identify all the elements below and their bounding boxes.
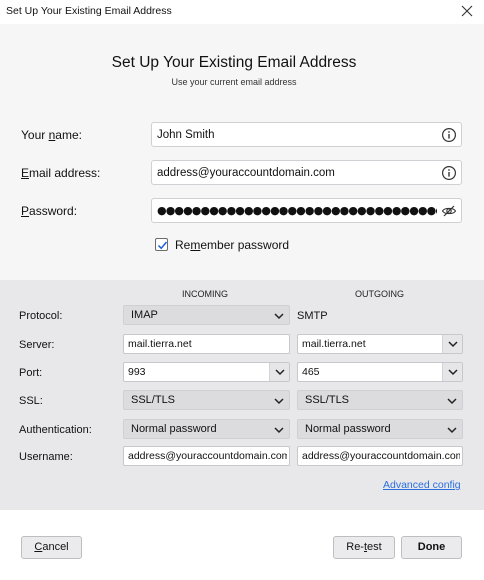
dropdown-button[interactable] [269, 363, 289, 381]
outgoing-header: OUTGOING [355, 289, 404, 299]
incoming-port-input[interactable] [124, 363, 264, 381]
incoming-username-input[interactable] [124, 447, 287, 465]
name-field[interactable] [151, 122, 462, 147]
ssl-label: SSL: [19, 395, 43, 407]
email-label: Email address: [21, 166, 101, 180]
incoming-server-input[interactable] [124, 335, 284, 353]
chevron-down-icon [274, 313, 284, 320]
chevron-down-icon [448, 369, 458, 376]
incoming-protocol-select[interactable]: IMAP [123, 305, 290, 325]
info-icon[interactable] [441, 165, 457, 181]
incoming-server-field[interactable] [123, 334, 290, 354]
title-bar: Set Up Your Existing Email Address [0, 0, 484, 24]
page-subtitle: Use your current email address [171, 77, 297, 87]
name-label: Your name: [21, 128, 82, 142]
incoming-authentication-value: Normal password [131, 423, 217, 435]
incoming-authentication-select[interactable]: Normal password [123, 419, 290, 439]
incoming-ssl-select[interactable]: SSL/TLS [123, 390, 290, 410]
incoming-ssl-value: SSL/TLS [131, 394, 176, 406]
chevron-down-icon [447, 427, 457, 434]
outgoing-ssl-value: SSL/TLS [305, 394, 350, 406]
incoming-username-field[interactable] [123, 446, 290, 466]
done-button[interactable]: Done [401, 536, 462, 559]
password-field[interactable]: ●●●●●●●●●●●●●●●●●●●●●●●●●●●●●●●●●●●●●●●● [151, 198, 462, 223]
outgoing-server-input[interactable] [298, 335, 438, 353]
window-title: Set Up Your Existing Email Address [6, 5, 172, 17]
chevron-down-icon [447, 398, 457, 405]
name-input[interactable] [152, 123, 434, 146]
email-field[interactable] [151, 160, 462, 185]
incoming-protocol-value: IMAP [131, 309, 158, 321]
retest-button[interactable]: Re-test [333, 536, 395, 559]
outgoing-authentication-value: Normal password [305, 423, 391, 435]
outgoing-username-input[interactable] [298, 447, 460, 465]
outgoing-port-input[interactable] [298, 363, 438, 381]
incoming-header: INCOMING [182, 289, 228, 299]
username-label: Username: [19, 451, 73, 463]
eye-slash-icon[interactable] [441, 203, 457, 219]
close-icon[interactable] [458, 2, 476, 20]
outgoing-username-field[interactable] [297, 446, 463, 466]
password-label: Password: [21, 204, 78, 218]
outgoing-ssl-select[interactable]: SSL/TLS [297, 390, 463, 410]
incoming-port-combobox[interactable] [123, 362, 290, 382]
outgoing-server-combobox[interactable] [297, 334, 463, 354]
chevron-down-icon [448, 341, 458, 348]
outgoing-port-combobox[interactable] [297, 362, 463, 382]
cancel-button[interactable]: Cancel [21, 536, 82, 559]
checkmark-icon [157, 241, 168, 250]
outgoing-protocol-value: SMTP [297, 310, 328, 322]
page-title: Set Up Your Existing Email Address [111, 54, 357, 71]
chevron-down-icon [275, 369, 285, 376]
dropdown-button[interactable] [442, 363, 462, 381]
remember-password-checkbox[interactable] [155, 238, 168, 251]
remember-password-label[interactable]: Remember password [175, 238, 289, 252]
advanced-config-link[interactable]: Advanced config [383, 479, 461, 491]
protocol-label: Protocol: [19, 310, 63, 322]
server-label: Server: [19, 339, 55, 351]
email-input[interactable] [152, 161, 434, 184]
chevron-down-icon [274, 398, 284, 405]
info-icon[interactable] [441, 127, 457, 143]
authentication-label: Authentication: [19, 424, 92, 436]
outgoing-authentication-select[interactable]: Normal password [297, 419, 463, 439]
password-input[interactable]: ●●●●●●●●●●●●●●●●●●●●●●●●●●●●●●●●●●●●●●●● [157, 203, 437, 218]
port-label: Port: [19, 367, 43, 379]
dropdown-button[interactable] [442, 335, 462, 353]
chevron-down-icon [274, 427, 284, 434]
